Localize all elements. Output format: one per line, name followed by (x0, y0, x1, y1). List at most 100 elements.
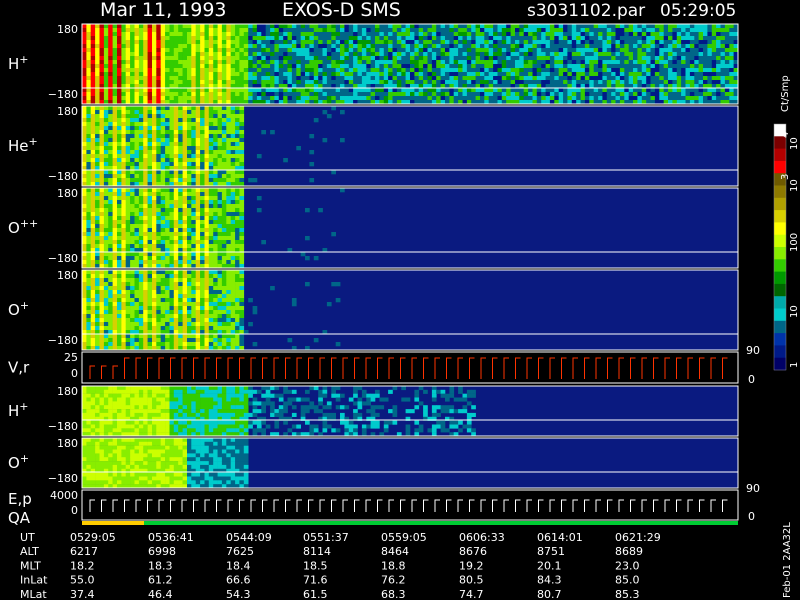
heatmap-cell (462, 60, 468, 65)
heatmap-cell (103, 150, 109, 155)
heatmap-cell (471, 48, 476, 53)
heatmap-cell (200, 170, 205, 175)
heatmap-cell (335, 36, 341, 41)
heatmap-cell (200, 48, 205, 53)
heatmap-cell (703, 76, 708, 81)
heatmap-cell (641, 56, 647, 61)
heatmap-cell (554, 76, 559, 81)
heatmap-cell (191, 220, 196, 225)
heatmap-cell (182, 236, 188, 241)
heatmap-cell (156, 204, 161, 209)
heatmap-cell (134, 256, 140, 261)
heatmap-cell (615, 32, 621, 37)
heatmap-cell (322, 96, 328, 101)
heatmap-cell (208, 28, 214, 33)
heatmap-cell (598, 52, 603, 57)
heatmap-cell (130, 188, 135, 193)
heatmap-cell (130, 154, 135, 159)
heatmap-cell (90, 158, 96, 163)
heatmap-cell (445, 68, 450, 73)
heatmap-cell (213, 204, 218, 209)
heatmap-cell (169, 68, 175, 73)
heatmap-cell (178, 302, 183, 307)
heatmap-cell (239, 44, 245, 49)
heatmap-cell (138, 48, 144, 53)
heatmap-cell (436, 88, 441, 93)
heatmap-cell (130, 256, 135, 261)
heatmap-cell (191, 72, 196, 77)
heatmap-cell (239, 216, 245, 221)
heatmap-cell (165, 162, 170, 167)
heatmap-cell (138, 244, 144, 249)
heatmap-cell (401, 92, 406, 97)
heatmap-cell (563, 96, 568, 101)
heatmap-cell (112, 138, 118, 143)
heatmap-cell (427, 88, 433, 93)
heatmap-cell (108, 126, 113, 131)
heatmap-cell (134, 294, 140, 299)
heatmap-cell (440, 72, 446, 77)
heatmap-cell (204, 92, 210, 97)
heatmap-cell (86, 204, 92, 209)
heatmap-cell (173, 306, 179, 311)
heatmap-cell (160, 342, 166, 347)
heatmap-cell (103, 290, 109, 295)
heatmap-cell (410, 68, 415, 73)
heatmap-cell (235, 216, 240, 221)
heatmap-cell (103, 302, 109, 307)
heatmap-cell (165, 294, 170, 299)
heatmap-cell (375, 76, 380, 81)
heatmap-cell (440, 60, 446, 65)
heatmap-cell (169, 188, 175, 193)
heatmap-cell (191, 114, 196, 119)
heatmap-cell (567, 56, 573, 61)
heatmap-cell (134, 162, 140, 167)
heatmap-cell (418, 80, 424, 85)
heatmap-cell (182, 72, 188, 77)
heatmap-cell (230, 92, 236, 97)
heatmap-cell (322, 40, 328, 45)
heatmap-cell (173, 52, 179, 57)
heatmap-cell (322, 88, 328, 93)
heatmap-cell (256, 72, 262, 77)
heatmap-cell (270, 64, 275, 69)
heatmap-cell (143, 224, 148, 229)
heatmap-cell (217, 220, 223, 225)
heatmap-cell (169, 36, 175, 41)
heatmap-cell (204, 126, 210, 131)
heatmap-cell (567, 44, 573, 49)
heatmap-cell (112, 110, 118, 115)
heatmap-cell (493, 24, 498, 29)
heatmap-cell (143, 220, 148, 225)
heatmap-cell (703, 36, 708, 41)
heatmap-cell (405, 72, 411, 77)
heatmap-cell (156, 48, 161, 53)
heatmap-cell (598, 24, 603, 29)
heatmap-cell (169, 60, 175, 65)
heatmap-cell (453, 64, 459, 69)
heatmap-cell (90, 212, 96, 217)
heatmap-cell (156, 244, 161, 249)
heatmap-cell (208, 162, 214, 167)
heatmap-cell (152, 244, 157, 249)
heatmap-cell (99, 342, 105, 347)
heatmap-cell (95, 282, 100, 287)
heatmap-cell (169, 118, 175, 123)
heatmap-cell (213, 192, 218, 197)
heatmap-cell (243, 68, 249, 73)
heatmap-cell (95, 306, 100, 311)
heatmap-cell (567, 48, 573, 53)
heatmap-cell (178, 274, 183, 279)
heatmap-cell (344, 56, 350, 61)
heatmap-cell (147, 40, 153, 45)
heatmap-cell (169, 212, 175, 217)
heatmap-cell (99, 208, 105, 213)
heatmap-cell (545, 72, 551, 77)
heatmap-cell (305, 52, 310, 57)
heatmap-cell (169, 204, 175, 209)
heatmap-cell (689, 56, 695, 61)
heatmap-cell (707, 80, 713, 85)
heatmap-cell (169, 282, 175, 287)
heatmap-cell (125, 36, 131, 41)
heatmap-cell (480, 40, 485, 45)
